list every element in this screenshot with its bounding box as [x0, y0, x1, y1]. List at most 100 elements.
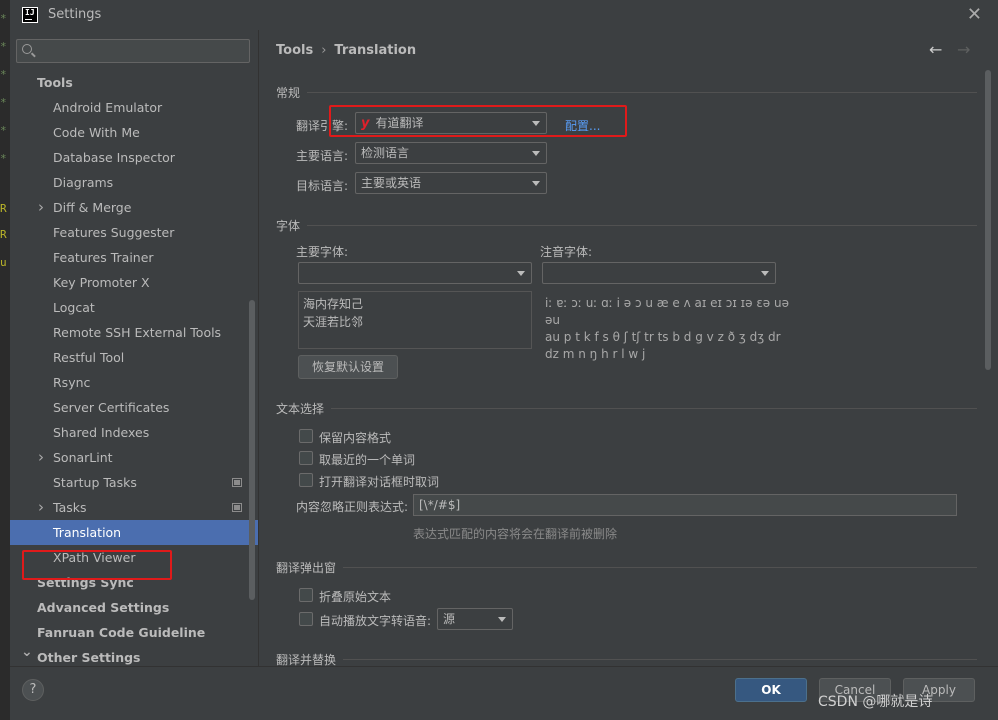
section-divider — [343, 567, 977, 568]
watermark: CSDN @哪就是诗 — [818, 694, 933, 710]
content-scrollbar[interactable] — [985, 70, 991, 370]
title-bar: IJ Settings ✕ — [10, 0, 998, 30]
primary-font-label: 主要字体: — [296, 245, 349, 259]
target-language-value: 主要或英语 — [361, 176, 422, 190]
sidebar-item-restful-tool[interactable]: Restful Tool — [10, 345, 258, 370]
target-language-dropdown[interactable]: 主要或英语 — [355, 172, 547, 194]
sidebar-item-label: Features Trainer — [53, 250, 154, 265]
sidebar-item-tasks[interactable]: › Tasks — [10, 495, 258, 520]
ignore-regex-input[interactable]: [\*/#$] — [413, 494, 957, 516]
sidebar-item-label: Restful Tool — [53, 350, 125, 365]
gutter-mark: u — [0, 256, 7, 269]
phonetic-font-label: 注音字体: — [540, 245, 593, 259]
ignore-regex-hint: 表达式匹配的内容将会在翻译前被删除 — [413, 527, 618, 541]
sidebar-item-label: Tools — [37, 75, 73, 90]
sidebar-scrollbar[interactable] — [249, 300, 255, 600]
sidebar-item-label: Remote SSH External Tools — [53, 325, 222, 340]
sidebar-item-logcat[interactable]: Logcat — [10, 295, 258, 320]
chevron-down-icon — [761, 271, 769, 276]
window-title: Settings — [48, 7, 102, 22]
keep-format-checkbox[interactable] — [299, 429, 313, 443]
sidebar-item-rsync[interactable]: Rsync — [10, 370, 258, 395]
fold-original-label: 折叠原始文本 — [319, 590, 392, 604]
chevron-down-icon — [532, 151, 540, 156]
font-preview-line: 天涯若比邻 — [303, 315, 364, 329]
sidebar-item-tools[interactable]: Tools — [10, 70, 258, 95]
chevron-right-icon[interactable]: › — [38, 195, 44, 220]
forward-arrow-icon[interactable]: → — [957, 40, 970, 59]
primary-language-label: 主要语言: — [296, 149, 349, 163]
sidebar-item-shared-indexes[interactable]: Shared Indexes — [10, 420, 258, 445]
gutter-mark: * — [0, 152, 7, 165]
settings-dialog: IJ Settings ✕ Tools Android Emulator Code … — [10, 0, 998, 720]
gutter-mark: R — [0, 202, 7, 215]
breadcrumb: Tools › Translation — [276, 43, 416, 58]
chevron-down-icon — [498, 617, 506, 622]
back-arrow-icon[interactable]: ← — [929, 40, 942, 59]
primary-language-dropdown[interactable]: 检测语言 — [355, 142, 547, 164]
fold-original-checkbox[interactable] — [299, 588, 313, 602]
gutter-mark: * — [0, 96, 7, 109]
gutter-mark: R — [0, 228, 7, 241]
nearest-word-checkbox[interactable] — [299, 451, 313, 465]
primary-font-dropdown[interactable] — [298, 262, 532, 284]
chevron-right-icon[interactable]: › — [38, 495, 44, 520]
font-preview-box: 海内存知己 天涯若比邻 — [298, 291, 532, 349]
breadcrumb-separator: › — [321, 43, 327, 58]
ok-button[interactable]: OK — [735, 678, 807, 702]
sidebar-item-label: Fanruan Code Guideline — [37, 625, 206, 640]
sidebar-item-code-with-me[interactable]: Code With Me — [10, 120, 258, 145]
auto-tts-value: 源 — [443, 612, 456, 626]
close-icon[interactable]: ✕ — [967, 4, 982, 25]
sidebar-item-server-certificates[interactable]: Server Certificates — [10, 395, 258, 420]
sidebar-item-label: SonarLint — [53, 450, 113, 465]
sidebar-item-label: Advanced Settings — [37, 600, 170, 615]
sidebar-item-sonarlint[interactable]: › SonarLint — [10, 445, 258, 470]
sidebar-item-database-inspector[interactable]: Database Inspector — [10, 145, 258, 170]
sidebar-item-key-promoter-x[interactable]: Key Promoter X — [10, 270, 258, 295]
auto-tts-checkbox[interactable] — [299, 612, 313, 626]
sidebar-item-label: Tasks — [53, 500, 87, 515]
font-preview-line: 海内存知己 — [303, 297, 364, 311]
project-scope-icon — [232, 503, 242, 512]
editor-gutter: * * * * * * R Ru — [0, 0, 10, 720]
auto-tts-label: 自动播放文字转语音: — [319, 614, 432, 628]
breadcrumb-current: Translation — [334, 43, 417, 58]
sidebar-item-fanruan-code-guideline[interactable]: Fanruan Code Guideline — [10, 620, 258, 645]
auto-tts-dropdown[interactable]: 源 — [437, 608, 513, 630]
sidebar-item-diff-merge[interactable]: › Diff & Merge — [10, 195, 258, 220]
take-word-on-open-checkbox[interactable] — [299, 473, 313, 487]
intellij-app-icon: IJ — [22, 7, 38, 23]
section-general-title: 常规 — [276, 86, 301, 100]
settings-sidebar: Tools Android Emulator Code With Me Databas… — [10, 30, 258, 666]
target-language-label: 目标语言: — [296, 179, 349, 193]
sidebar-item-label: Shared Indexes — [53, 425, 150, 440]
sidebar-item-features-suggester[interactable]: Features Suggester — [10, 220, 258, 245]
sidebar-item-other-settings[interactable]: ⌄ Other Settings — [10, 644, 258, 666]
sidebar-item-label: Logcat — [53, 300, 95, 315]
sidebar-item-android-emulator[interactable]: Android Emulator — [10, 95, 258, 120]
chevron-right-icon[interactable]: › — [38, 445, 44, 470]
sidebar-item-label: Server Certificates — [53, 400, 170, 415]
section-replace-title: 翻译并替换 — [276, 653, 337, 666]
sidebar-item-label: Rsync — [53, 375, 91, 390]
gutter-mark: * — [0, 40, 7, 53]
sidebar-item-diagrams[interactable]: Diagrams — [10, 170, 258, 195]
chevron-down-icon — [532, 181, 540, 186]
sidebar-item-features-trainer[interactable]: Features Trainer — [10, 245, 258, 270]
sidebar-item-startup-tasks[interactable]: Startup Tasks — [10, 470, 258, 495]
restore-defaults-button[interactable]: 恢复默认设置 — [298, 355, 398, 379]
sidebar-item-label: Diff & Merge — [53, 200, 132, 215]
sidebar-item-advanced-settings[interactable]: Advanced Settings — [10, 595, 258, 620]
phonetic-preview-line: dz m n ŋ h r l w j — [545, 347, 646, 361]
settings-search-input[interactable] — [16, 39, 250, 63]
gutter-mark: * — [0, 124, 7, 137]
sidebar-item-remote-ssh-external-tools[interactable]: Remote SSH External Tools — [10, 320, 258, 345]
section-fonts-title: 字体 — [276, 219, 301, 233]
chevron-down-icon[interactable]: ⌄ — [21, 640, 33, 665]
sidebar-item-translation[interactable]: Translation — [10, 520, 258, 545]
section-divider — [307, 225, 977, 226]
help-button[interactable]: ? — [22, 679, 44, 701]
phonetic-font-dropdown[interactable] — [542, 262, 776, 284]
breadcrumb-parent[interactable]: Tools — [276, 43, 313, 58]
